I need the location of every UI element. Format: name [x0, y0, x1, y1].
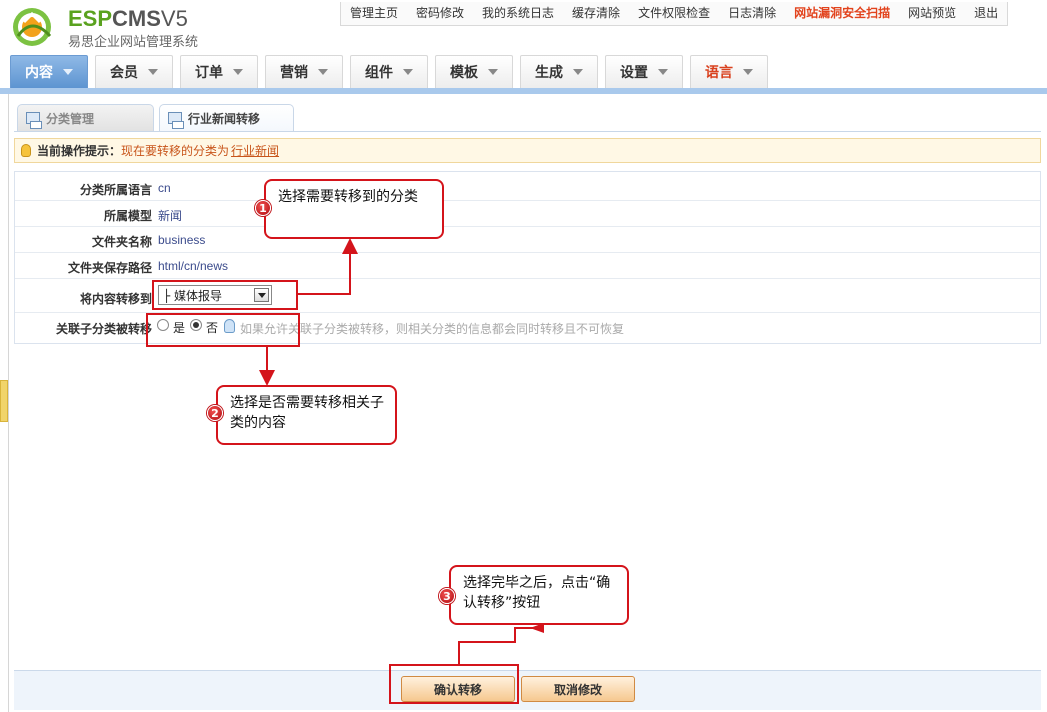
topnav-logout[interactable]: 退出	[965, 2, 1007, 25]
chevron-down-icon	[63, 69, 73, 75]
chevron-down-icon	[658, 69, 668, 75]
arrow-callout-3	[458, 627, 544, 664]
window-icon	[26, 112, 42, 129]
chevron-down-icon	[318, 69, 328, 75]
topnav-my-log[interactable]: 我的系统日志	[473, 2, 563, 25]
chevron-down-icon	[573, 69, 583, 75]
tab-news-transfer[interactable]: 行业新闻转移	[159, 104, 294, 131]
main-nav: 内容 会员 订单 营销 组件 模板 生成 设置 语言	[10, 55, 775, 88]
nav-templates[interactable]: 模板	[435, 55, 513, 88]
callout-1-number: 1	[255, 200, 271, 216]
cancel-edit-button[interactable]: 取消修改	[521, 676, 635, 702]
callout-2-bubble: 选择是否需要转移相关子类的内容	[216, 385, 397, 445]
highlight-confirm-box	[389, 664, 519, 704]
nav-components[interactable]: 组件	[350, 55, 428, 88]
bulb-icon	[21, 144, 31, 157]
topnav-cache-clear[interactable]: 缓存清除	[563, 2, 629, 25]
callout-2-number: 2	[207, 405, 223, 421]
topnav-log-clear[interactable]: 日志清除	[719, 2, 785, 25]
operation-tip: 当前操作提示： 现在要转移的分类为 行业新闻	[14, 138, 1041, 163]
nav-marketing[interactable]: 营销	[265, 55, 343, 88]
sidebar-toggle-handle[interactable]	[0, 380, 8, 422]
form-row-model: 所属模型 新闻	[15, 201, 1040, 227]
topnav-site-preview[interactable]: 网站预览	[899, 2, 965, 25]
chevron-down-icon	[403, 69, 413, 75]
logo-mark-icon	[13, 8, 52, 46]
form-row-path: 文件夹保存路径 html/cn/news	[15, 253, 1040, 279]
top-nav: 管理主页 密码修改 我的系统日志 缓存清除 文件权限检查 日志清除 网站漏洞安全…	[340, 2, 1009, 26]
logo: ESPCMSV5 易思企业网站管理系统	[10, 4, 230, 50]
tab-bar: 分类管理 行业新闻转移	[17, 104, 299, 131]
callout-3-bubble: 选择完毕之后，点击“确认转移”按钮	[449, 565, 629, 625]
nav-settings[interactable]: 设置	[605, 55, 683, 88]
chevron-down-icon	[148, 69, 158, 75]
window-icon	[168, 112, 184, 129]
logo-subtitle: 易思企业网站管理系统	[68, 35, 199, 50]
callout-1-bubble: 选择需要转移到的分类	[264, 179, 444, 239]
topnav-home[interactable]: 管理主页	[341, 2, 407, 25]
sidebar-border	[8, 94, 9, 712]
nav-language[interactable]: 语言	[690, 55, 768, 88]
tip-category-link[interactable]: 行业新闻	[231, 142, 279, 159]
nav-order[interactable]: 订单	[180, 55, 258, 88]
nav-bar-divider	[0, 88, 1047, 94]
nav-content[interactable]: 内容	[10, 55, 88, 88]
topnav-security-scan[interactable]: 网站漏洞安全扫描	[785, 2, 899, 25]
chevron-down-icon	[233, 69, 243, 75]
tab-divider	[14, 131, 1041, 132]
callout-3-number: 3	[439, 588, 455, 604]
tab-category-manage[interactable]: 分类管理	[17, 104, 154, 131]
chevron-down-icon	[743, 69, 753, 75]
logo-brand: ESPCMSV5	[68, 6, 188, 31]
nav-generate[interactable]: 生成	[520, 55, 598, 88]
topnav-password[interactable]: 密码修改	[407, 2, 473, 25]
topnav-permission-check[interactable]: 文件权限检查	[629, 2, 719, 25]
chevron-down-icon	[488, 69, 498, 75]
form-row-language: 分类所属语言 cn	[15, 175, 1040, 201]
highlight-radio-box	[146, 313, 300, 347]
form-row-folder: 文件夹名称 business	[15, 227, 1040, 253]
highlight-select-box	[152, 280, 298, 310]
nav-member[interactable]: 会员	[95, 55, 173, 88]
